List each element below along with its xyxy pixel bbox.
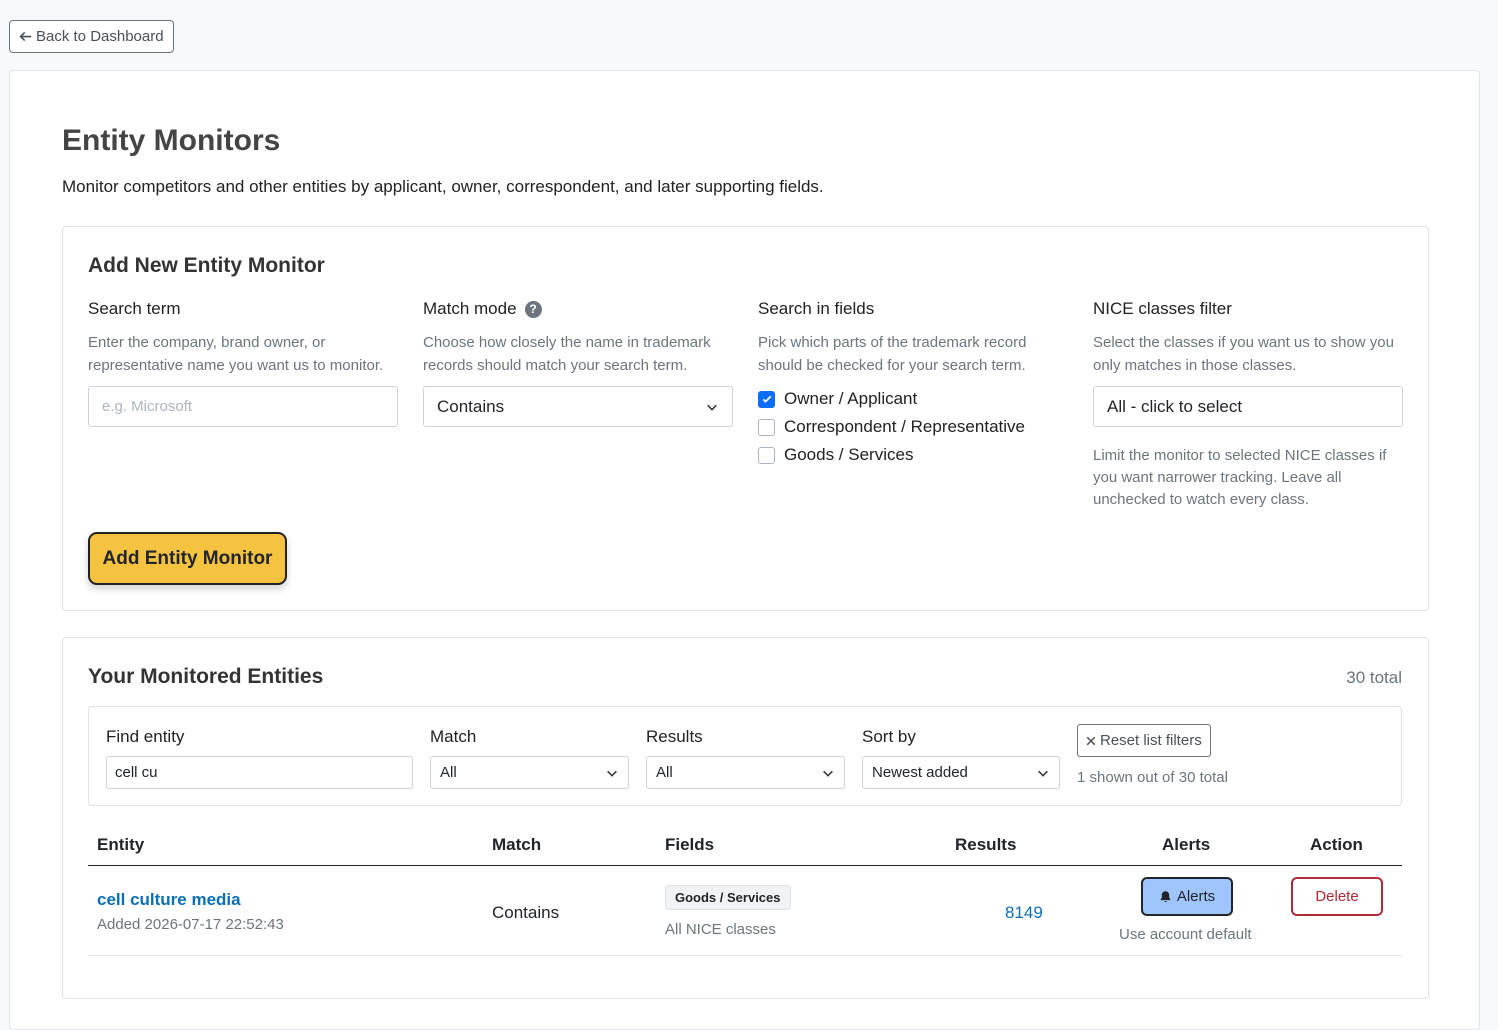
entity-link[interactable]: cell culture media <box>97 890 241 910</box>
arrow-left-icon <box>19 31 32 42</box>
sort-filter: Sort by Newest added <box>862 727 1060 789</box>
chevron-down-icon <box>1038 770 1048 777</box>
checkbox-unchecked-icon[interactable] <box>758 418 775 436</box>
nice-classes-text: All NICE classes <box>665 921 776 938</box>
chevron-down-icon <box>707 404 717 411</box>
page-description: Monitor competitors and other entities b… <box>62 177 824 196</box>
column-fields[interactable]: Fields <box>665 835 714 855</box>
question-circle-icon[interactable]: ? <box>524 300 542 318</box>
search-term-help: Enter the company, brand owner, or repre… <box>88 334 384 374</box>
correspondent-representative-label: Correspondent / Representative <box>784 417 1025 436</box>
search-fields-help: Pick which parts of the trademark record… <box>758 334 1027 374</box>
match-mode-value: Contains <box>437 396 505 416</box>
nice-classes-note: Limit the monitor to selected NICE class… <box>1093 447 1387 508</box>
match-mode-label-row: Match mode ? <box>423 297 733 321</box>
add-monitor-title: Add New Entity Monitor <box>88 254 325 277</box>
goods-services-checkbox[interactable]: Goods / Services <box>758 441 1068 469</box>
search-fields-options: Owner / Applicant Correspondent / Repres… <box>758 385 1068 469</box>
match-filter-label: Match <box>430 727 477 746</box>
reset-list-filters-button[interactable]: Reset list filters <box>1077 724 1211 757</box>
total-count: 30 total <box>1346 668 1402 687</box>
results-filter: Results All <box>646 727 845 789</box>
sort-filter-select[interactable]: Newest added <box>862 756 1060 789</box>
entity-match-mode: Contains <box>492 903 560 922</box>
match-filter: Match All <box>430 727 629 789</box>
match-mode-field: Match mode ? Choose how closely the name… <box>423 297 733 427</box>
match-filter-value: All <box>440 764 457 781</box>
checkbox-unchecked-icon[interactable] <box>758 446 775 464</box>
main-card: Entity Monitors Monitor competitors and … <box>9 70 1480 1030</box>
column-match[interactable]: Match <box>492 835 541 855</box>
shown-count: 1 shown out of 30 total <box>1077 769 1228 786</box>
add-entity-monitor-button[interactable]: Add Entity Monitor <box>88 532 287 585</box>
close-icon <box>1086 736 1096 745</box>
results-filter-value: All <box>656 764 673 781</box>
list-filters: Find entity Match All Results All Sort b… <box>88 706 1402 806</box>
column-results[interactable]: Results <box>955 835 1016 855</box>
monitored-entities-panel: Your Monitored Entities 30 total Find en… <box>62 637 1429 999</box>
alerts-label: Alerts <box>1176 888 1216 905</box>
nice-classes-field: NICE classes filter Select the classes i… <box>1093 297 1403 511</box>
column-action[interactable]: Action <box>1310 835 1363 855</box>
owner-applicant-label: Owner / Applicant <box>784 389 918 408</box>
find-entity-label: Find entity <box>106 727 185 746</box>
nice-classes-select[interactable]: All - click to select <box>1093 386 1403 427</box>
match-mode-label: Match mode <box>423 299 517 318</box>
back-label: Back to Dashboard <box>36 28 164 45</box>
nice-classes-help: Select the classes if you want us to sho… <box>1093 334 1394 374</box>
alerts-button[interactable]: Alerts <box>1141 877 1233 916</box>
search-term-field: Search term Enter the company, brand own… <box>88 297 398 427</box>
sort-filter-value: Newest added <box>872 764 968 781</box>
results-count-link[interactable]: 8149 <box>1005 903 1043 923</box>
back-to-dashboard-button[interactable]: Back to Dashboard <box>9 20 174 53</box>
page-title: Entity Monitors <box>62 124 281 157</box>
nice-classes-value: All - click to select <box>1107 396 1243 416</box>
find-entity-input[interactable] <box>106 756 413 789</box>
column-alerts[interactable]: Alerts <box>1162 835 1210 855</box>
chevron-down-icon <box>823 770 833 777</box>
results-filter-select[interactable]: All <box>646 756 845 789</box>
sort-filter-label: Sort by <box>862 727 916 746</box>
bell-icon <box>1160 891 1171 902</box>
owner-applicant-checkbox[interactable]: Owner / Applicant <box>758 385 1068 413</box>
column-entity[interactable]: Entity <box>97 835 144 855</box>
correspondent-representative-checkbox[interactable]: Correspondent / Representative <box>758 413 1068 441</box>
goods-services-label: Goods / Services <box>784 445 914 464</box>
search-term-input[interactable] <box>88 386 398 427</box>
search-fields-label: Search in fields <box>758 299 875 318</box>
search-fields-field: Search in fields Pick which parts of the… <box>758 297 1068 469</box>
add-monitor-panel: Add New Entity Monitor Search term Enter… <box>62 226 1429 611</box>
match-filter-select[interactable]: All <box>430 756 629 789</box>
match-mode-help: Choose how closely the name in trademark… <box>423 334 711 374</box>
find-entity-filter: Find entity <box>106 727 413 789</box>
nice-classes-label: NICE classes filter <box>1093 299 1232 318</box>
match-mode-select[interactable]: Contains <box>423 386 733 427</box>
table-row: cell culture media Added 2026-07-17 22:5… <box>88 866 1402 956</box>
alerts-default-note: Use account default <box>1119 926 1252 943</box>
reset-label: Reset list filters <box>1100 732 1202 749</box>
checkbox-checked-icon[interactable] <box>758 390 775 408</box>
delete-button[interactable]: Delete <box>1291 877 1383 916</box>
results-filter-label: Results <box>646 727 703 746</box>
table-header: Entity Match Fields Results Alerts Actio… <box>88 828 1402 866</box>
monitored-entities-title: Your Monitored Entities <box>88 665 324 688</box>
fields-badge: Goods / Services <box>665 885 791 910</box>
chevron-down-icon <box>607 770 617 777</box>
entity-added-date: Added 2026-07-17 22:52:43 <box>97 916 284 933</box>
search-term-label: Search term <box>88 299 181 318</box>
